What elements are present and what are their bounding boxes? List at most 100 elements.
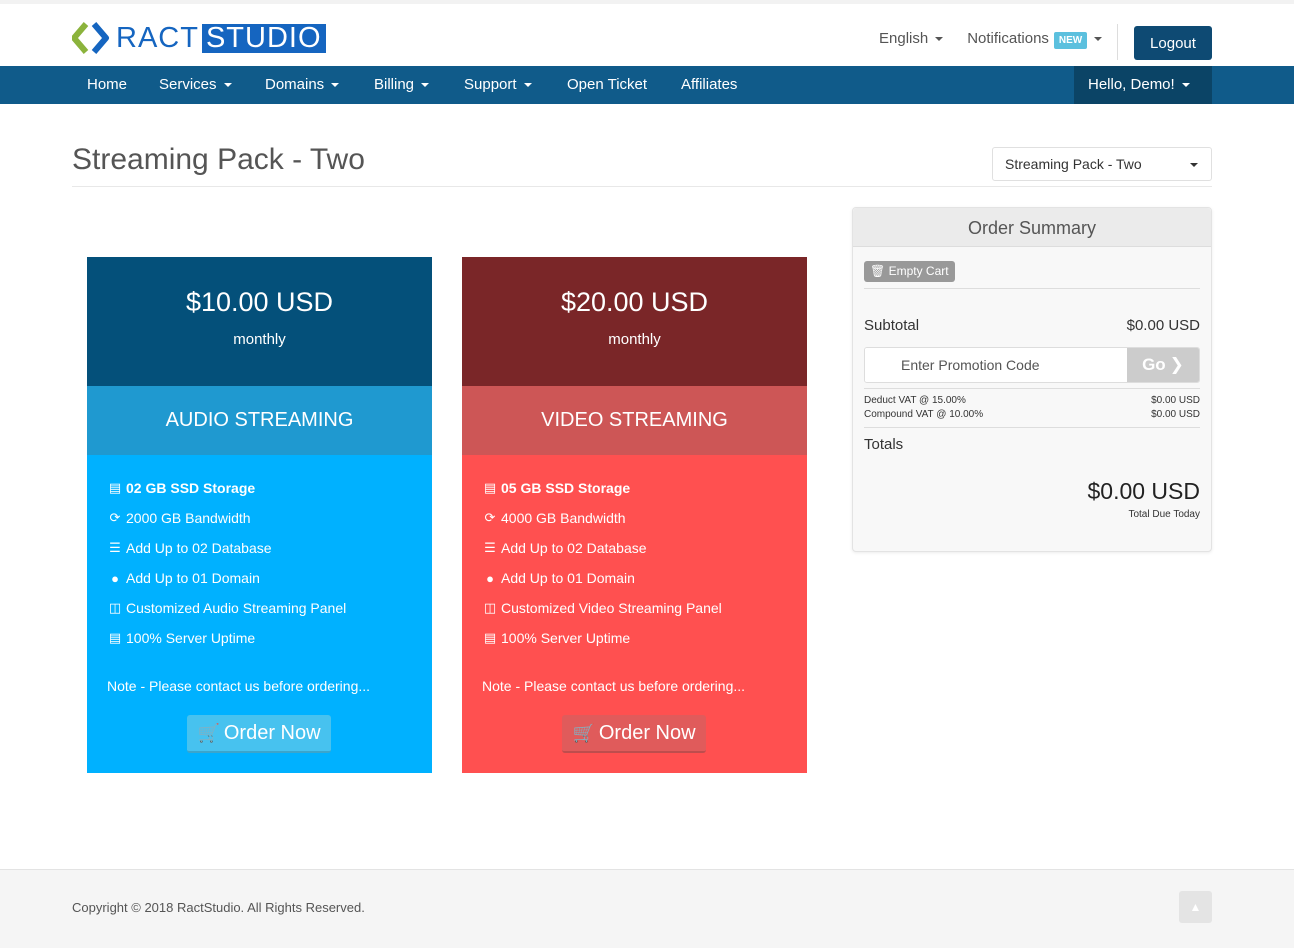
plan-name: VIDEO STREAMING	[462, 386, 807, 455]
language-dropdown[interactable]: English	[879, 30, 944, 47]
tax-value: $0.00 USD	[1151, 395, 1200, 406]
site-logo[interactable]: RACT STUDIO	[71, 20, 326, 56]
feature-item: ⟳ 4000 GB Bandwidth	[482, 503, 787, 533]
logo-box-text: STUDIO	[201, 23, 326, 53]
divider	[864, 427, 1200, 428]
notifications-label: Notifications	[967, 30, 1049, 47]
feature-item: ☰ Add Up to 02 Database	[107, 533, 412, 563]
notifications-dropdown[interactable]: Notifications NEW	[967, 30, 1103, 49]
plan-note: Note - Please contact us before ordering…	[482, 678, 746, 694]
plan-features: ▤ 05 GB SSD Storage ⟳ 4000 GB Bandwidth ☰ A…	[462, 455, 807, 773]
feature-text: 02 GB SSD Storage	[126, 480, 256, 496]
refresh-icon: ⟳	[484, 510, 496, 525]
chevron-down-icon	[1190, 163, 1198, 167]
refresh-icon: ⟳	[109, 510, 121, 525]
plan-card-video: $20.00 USD monthly VIDEO STREAMING ▤ 05 G…	[462, 257, 807, 773]
nav-billing[interactable]: Billing	[374, 66, 430, 104]
plan-price: $20.00 USD	[560, 287, 709, 317]
user-menu-dropdown[interactable]: Hello, Demo!	[1074, 66, 1212, 104]
chevron-up-icon: ▲	[1189, 900, 1202, 914]
logout-button[interactable]: Logout	[1134, 26, 1212, 60]
hdd-icon: ▤	[108, 480, 122, 495]
order-now-button[interactable]: 🛒 Order Now	[187, 715, 331, 753]
feature-text: Add Up to 02 Database	[501, 540, 647, 556]
promo-code-input[interactable]	[865, 348, 1129, 382]
feature-item: ▤ 100% Server Uptime	[107, 623, 412, 653]
empty-cart-button[interactable]: 🗑 Empty Cart	[864, 261, 955, 282]
total-due-row: $0.00 USD	[864, 478, 1200, 505]
feature-text: 100% Server Uptime	[126, 630, 256, 646]
feature-item: ◫ Customized Audio Streaming Panel	[107, 593, 412, 623]
hdd-icon: ▤	[483, 480, 497, 495]
nav-affiliates-label: Affiliates	[681, 76, 738, 93]
promo-code-group: ❖ Go ❯	[864, 347, 1200, 383]
totals-label: Totals	[864, 436, 904, 453]
feature-item: ● Add Up to 01 Domain	[107, 563, 412, 593]
plan-note: Note - Please contact us before ordering…	[107, 678, 371, 694]
feature-text: 2000 GB Bandwidth	[126, 510, 251, 526]
feature-text: 05 GB SSD Storage	[501, 480, 631, 496]
notifications-new-badge: NEW	[1053, 32, 1088, 49]
order-now-label: Order Now	[598, 721, 696, 744]
plan-price-block: $20.00 USD monthly	[462, 257, 807, 386]
footer: Copyright © 2018 RactStudio. All Rights …	[0, 869, 1294, 948]
total-due-caption: Total Due Today	[1128, 509, 1200, 520]
cart-icon: 🛒	[197, 722, 220, 743]
globe-icon: ●	[486, 570, 494, 586]
nav-services-label: Services	[159, 76, 217, 93]
divider	[864, 388, 1200, 389]
feature-item: ◫ Customized Video Streaming Panel	[482, 593, 787, 623]
feature-item: ⟳ 2000 GB Bandwidth	[107, 503, 412, 533]
feature-item: ☰ Add Up to 02 Database	[482, 533, 787, 563]
header-divider	[1117, 24, 1118, 60]
nav-billing-label: Billing	[374, 76, 415, 93]
tax-value: $0.00 USD	[1151, 409, 1200, 420]
tax-row: Compound VAT @ 10.00% $0.00 USD	[864, 409, 1200, 420]
feature-item: ▤ 100% Server Uptime	[482, 623, 787, 653]
user-menu-label: Hello, Demo!	[1088, 76, 1175, 93]
product-select[interactable]: Streaming Pack - Two	[992, 147, 1212, 181]
language-label: English	[879, 30, 929, 47]
totals-row: Totals	[864, 436, 1200, 453]
trash-icon: 🗑	[870, 264, 886, 278]
chevron-down-icon	[331, 83, 340, 88]
total-caption-row: Total Due Today	[864, 509, 1200, 520]
promo-go-button[interactable]: Go ❯	[1127, 348, 1199, 382]
product-select-value: Streaming Pack - Two	[1005, 156, 1142, 172]
feature-text: 100% Server Uptime	[501, 630, 631, 646]
order-now-button[interactable]: 🛒 Order Now	[562, 715, 706, 753]
nav-support[interactable]: Support	[464, 66, 532, 104]
nav-home[interactable]: Home	[87, 66, 127, 104]
subtotal-label: Subtotal	[864, 317, 920, 334]
title-divider	[72, 186, 1212, 187]
nav-domains[interactable]: Domains	[265, 66, 340, 104]
feature-item: ● Add Up to 01 Domain	[482, 563, 787, 593]
plan-name: AUDIO STREAMING	[87, 386, 432, 455]
feature-text: Customized Video Streaming Panel	[501, 600, 722, 616]
feature-text: Add Up to 01 Domain	[126, 570, 260, 586]
back-to-top-button[interactable]: ▲	[1179, 891, 1212, 923]
nav-open-ticket[interactable]: Open Ticket	[567, 66, 647, 104]
nav-affiliates[interactable]: Affiliates	[681, 66, 737, 104]
nav-support-label: Support	[464, 76, 517, 93]
divider	[864, 288, 1200, 289]
main-navbar: Home Services Domains Billing Support Op…	[0, 66, 1294, 104]
nav-home-label: Home	[87, 76, 128, 93]
chevron-down-icon	[523, 83, 532, 88]
go-label: Go	[1142, 355, 1166, 374]
chevron-down-icon	[935, 37, 944, 42]
plan-cycle: monthly	[608, 331, 661, 348]
nav-services[interactable]: Services	[159, 66, 232, 104]
plan-price-block: $10.00 USD monthly	[87, 257, 432, 386]
chevron-down-icon	[1094, 37, 1103, 42]
copyright-text: Copyright © 2018 RactStudio. All Rights …	[72, 900, 365, 915]
subtotal-row: Subtotal $0.00 USD	[864, 317, 1200, 334]
database-icon: ☰	[484, 540, 496, 555]
globe-icon: ●	[111, 570, 119, 586]
logo-text: RACT	[116, 21, 199, 54]
feature-text: Add Up to 01 Domain	[501, 570, 635, 586]
database-icon: ☰	[109, 540, 121, 555]
nav-open-ticket-label: Open Ticket	[567, 76, 648, 93]
order-summary-panel: Order Summary 🗑 Empty Cart Subtotal $0.0…	[852, 207, 1212, 552]
chevron-down-icon	[1181, 83, 1190, 88]
